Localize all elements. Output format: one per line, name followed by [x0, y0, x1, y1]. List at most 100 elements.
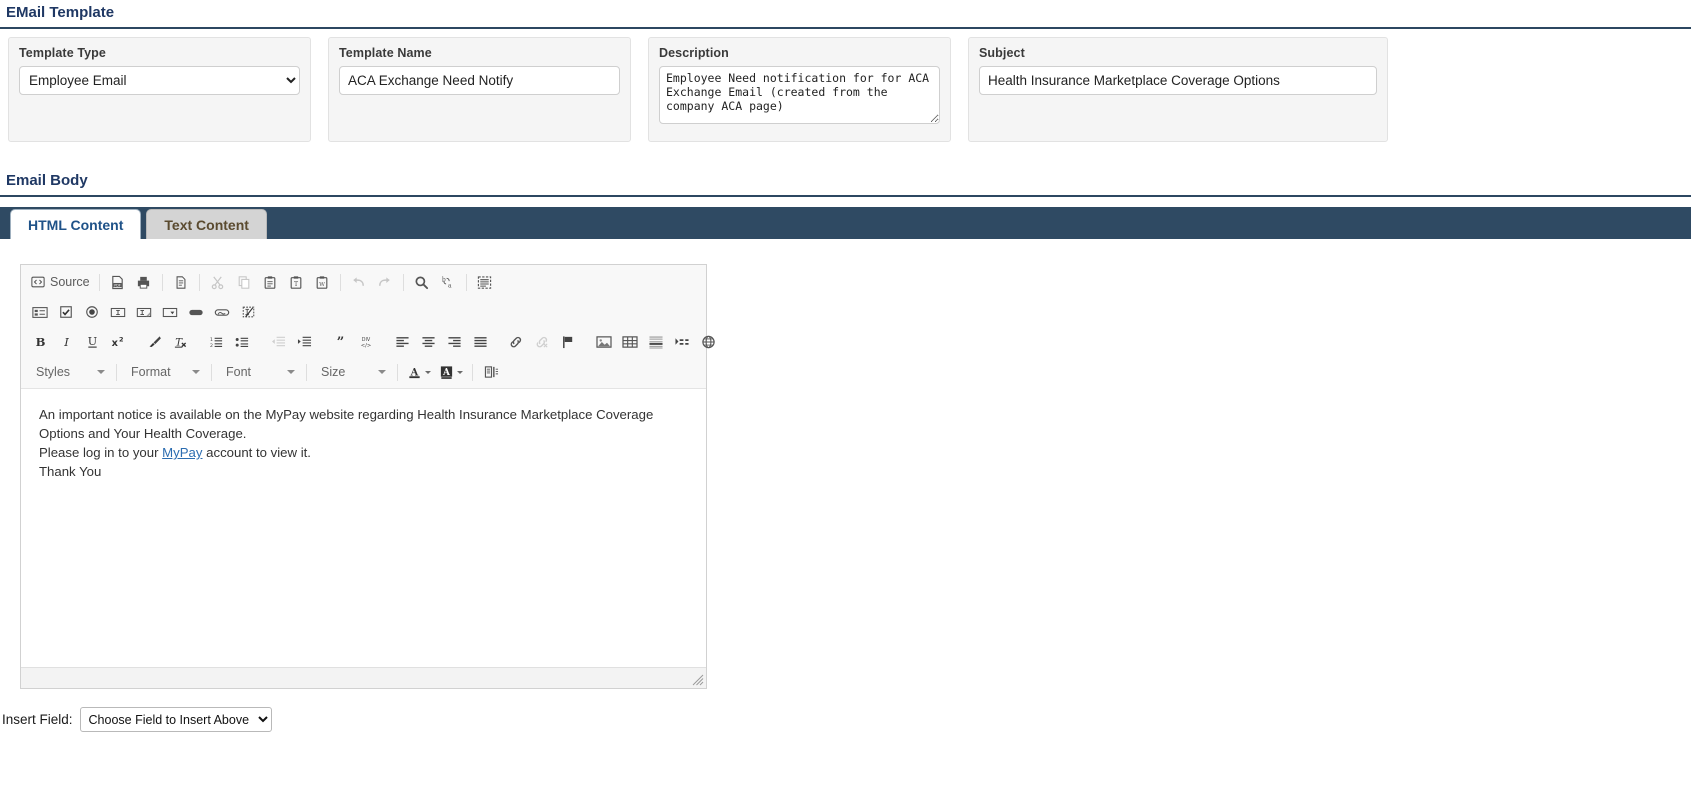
form-icon[interactable]	[28, 301, 52, 323]
source-icon[interactable]: Source	[28, 271, 93, 293]
field-panels: Template Type Employee Email Template Na…	[0, 29, 1691, 142]
unlink-icon	[530, 331, 554, 353]
toolbar-separator	[339, 273, 341, 291]
align-left-icon[interactable]	[390, 331, 414, 353]
svg-text:B: B	[35, 335, 45, 349]
anchor-flag-icon[interactable]	[556, 331, 580, 353]
editor-paragraph-2: Please log in to your MyPay account to v…	[39, 443, 688, 462]
toolbar-row-document: Source PDF T W b a	[21, 267, 706, 297]
email-body-section: Email Body	[0, 168, 1691, 197]
checkbox-icon[interactable]	[54, 301, 78, 323]
radio-button-icon[interactable]	[80, 301, 104, 323]
copy-icon	[232, 271, 256, 293]
chevron-down-icon	[457, 370, 463, 374]
toolbar-separator	[472, 363, 473, 381]
undo-icon	[347, 271, 371, 293]
svg-text:DIV: DIV	[362, 337, 371, 343]
description-panel: Description Employee Need notification f…	[648, 37, 951, 142]
globe-icon[interactable]	[696, 331, 720, 353]
subject-label: Subject	[979, 46, 1025, 60]
div-container-icon[interactable]: DIV </>	[354, 331, 378, 353]
email-body-title: Email Body	[6, 172, 88, 189]
remove-format-brush-icon[interactable]	[142, 331, 166, 353]
mypay-link[interactable]: MyPay	[162, 445, 202, 460]
paste-word-icon[interactable]: W	[310, 271, 334, 293]
text-color-icon[interactable]: A	[404, 361, 434, 383]
italic-icon[interactable]: I	[54, 331, 78, 353]
template-name-panel: Template Name	[328, 37, 631, 142]
html-editor: Source PDF T W b a B I U x 2 T 1 2 ” DIV…	[20, 264, 715, 689]
toolbar-separator	[198, 273, 200, 291]
size-combo-label: Size	[321, 365, 346, 379]
svg-text:2: 2	[209, 343, 212, 349]
chevron-down-icon	[192, 370, 200, 374]
toolbar-separator	[211, 363, 212, 381]
superscript-icon[interactable]: x2	[106, 331, 130, 353]
font-combo[interactable]: Font	[218, 361, 300, 383]
template-name-input[interactable]	[339, 66, 620, 95]
email-body-divider	[0, 195, 1691, 197]
subject-panel: Subject	[968, 37, 1388, 142]
table-icon[interactable]	[618, 331, 642, 353]
page-header: EMail Template	[0, 0, 1691, 29]
editor-closing: Thank You	[39, 464, 102, 479]
bulleted-list-icon[interactable]	[230, 331, 254, 353]
svg-text:1: 1	[209, 337, 212, 343]
source-label: Source	[50, 275, 90, 289]
justify-icon[interactable]	[468, 331, 492, 353]
tab-text-content[interactable]: Text Content	[146, 209, 267, 239]
underline-icon[interactable]: U	[80, 331, 104, 353]
select-field-icon[interactable]	[158, 301, 182, 323]
image-icon[interactable]	[592, 331, 616, 353]
print-icon[interactable]	[132, 271, 156, 293]
page-title: EMail Template	[6, 4, 115, 21]
horizontal-rule-icon[interactable]	[644, 331, 668, 353]
redo-icon	[373, 271, 397, 293]
block-quote-icon[interactable]: ”	[328, 331, 352, 353]
editor-footer	[21, 667, 706, 688]
text-field-icon[interactable]	[106, 301, 130, 323]
background-color-icon[interactable]: A	[436, 361, 466, 383]
description-textarea[interactable]: Employee Need notification for for ACA E…	[659, 66, 940, 124]
toolbar-row-formatting: B I U x2 T 12 ” DIV </>	[21, 327, 715, 357]
increase-indent-icon[interactable]	[292, 331, 316, 353]
resize-handle-icon[interactable]	[692, 674, 704, 686]
new-page-icon[interactable]	[169, 271, 193, 293]
svg-text:2: 2	[119, 336, 124, 344]
image-button-icon[interactable]	[210, 301, 234, 323]
textarea-icon[interactable]	[132, 301, 156, 323]
size-combo[interactable]: Size	[313, 361, 391, 383]
format-combo[interactable]: Format	[123, 361, 205, 383]
editor-paragraph-1: An important notice is available on the …	[39, 407, 654, 441]
editor-line2-after: account to view it.	[202, 445, 311, 460]
show-blocks-icon[interactable]	[479, 361, 503, 383]
paste-text-icon[interactable]: T	[284, 271, 308, 293]
align-center-icon[interactable]	[416, 331, 440, 353]
numbered-list-icon[interactable]: 12	[204, 331, 228, 353]
hidden-field-icon[interactable]	[236, 301, 260, 323]
chevron-down-icon	[378, 370, 386, 374]
insert-field-select[interactable]: Choose Field to Insert Above	[79, 707, 272, 732]
styles-combo[interactable]: Styles	[28, 361, 110, 383]
subject-input[interactable]	[979, 66, 1377, 95]
svg-text:”: ”	[336, 335, 344, 349]
format-combo-label: Format	[131, 365, 171, 379]
select-all-icon[interactable]	[473, 271, 497, 293]
link-icon[interactable]	[504, 331, 528, 353]
tab-html-content[interactable]: HTML Content	[10, 209, 142, 239]
remove-text-format-icon[interactable]: T	[168, 331, 192, 353]
font-combo-label: Font	[226, 365, 252, 379]
email-body-editor[interactable]: An important notice is available on the …	[21, 389, 706, 667]
toolbar-separator	[465, 273, 467, 291]
page-break-icon[interactable]	[670, 331, 694, 353]
replace-icon[interactable]: ba	[436, 271, 460, 293]
paste-icon[interactable]	[258, 271, 282, 293]
bold-icon[interactable]: B	[28, 331, 52, 353]
align-right-icon[interactable]	[442, 331, 466, 353]
svg-text:I: I	[63, 335, 69, 349]
find-icon[interactable]	[410, 271, 434, 293]
button-icon[interactable]	[184, 301, 208, 323]
pdf-icon[interactable]: PDF	[106, 271, 130, 293]
template-type-select[interactable]: Employee Email	[19, 66, 300, 95]
svg-text:</>: </>	[361, 343, 372, 349]
